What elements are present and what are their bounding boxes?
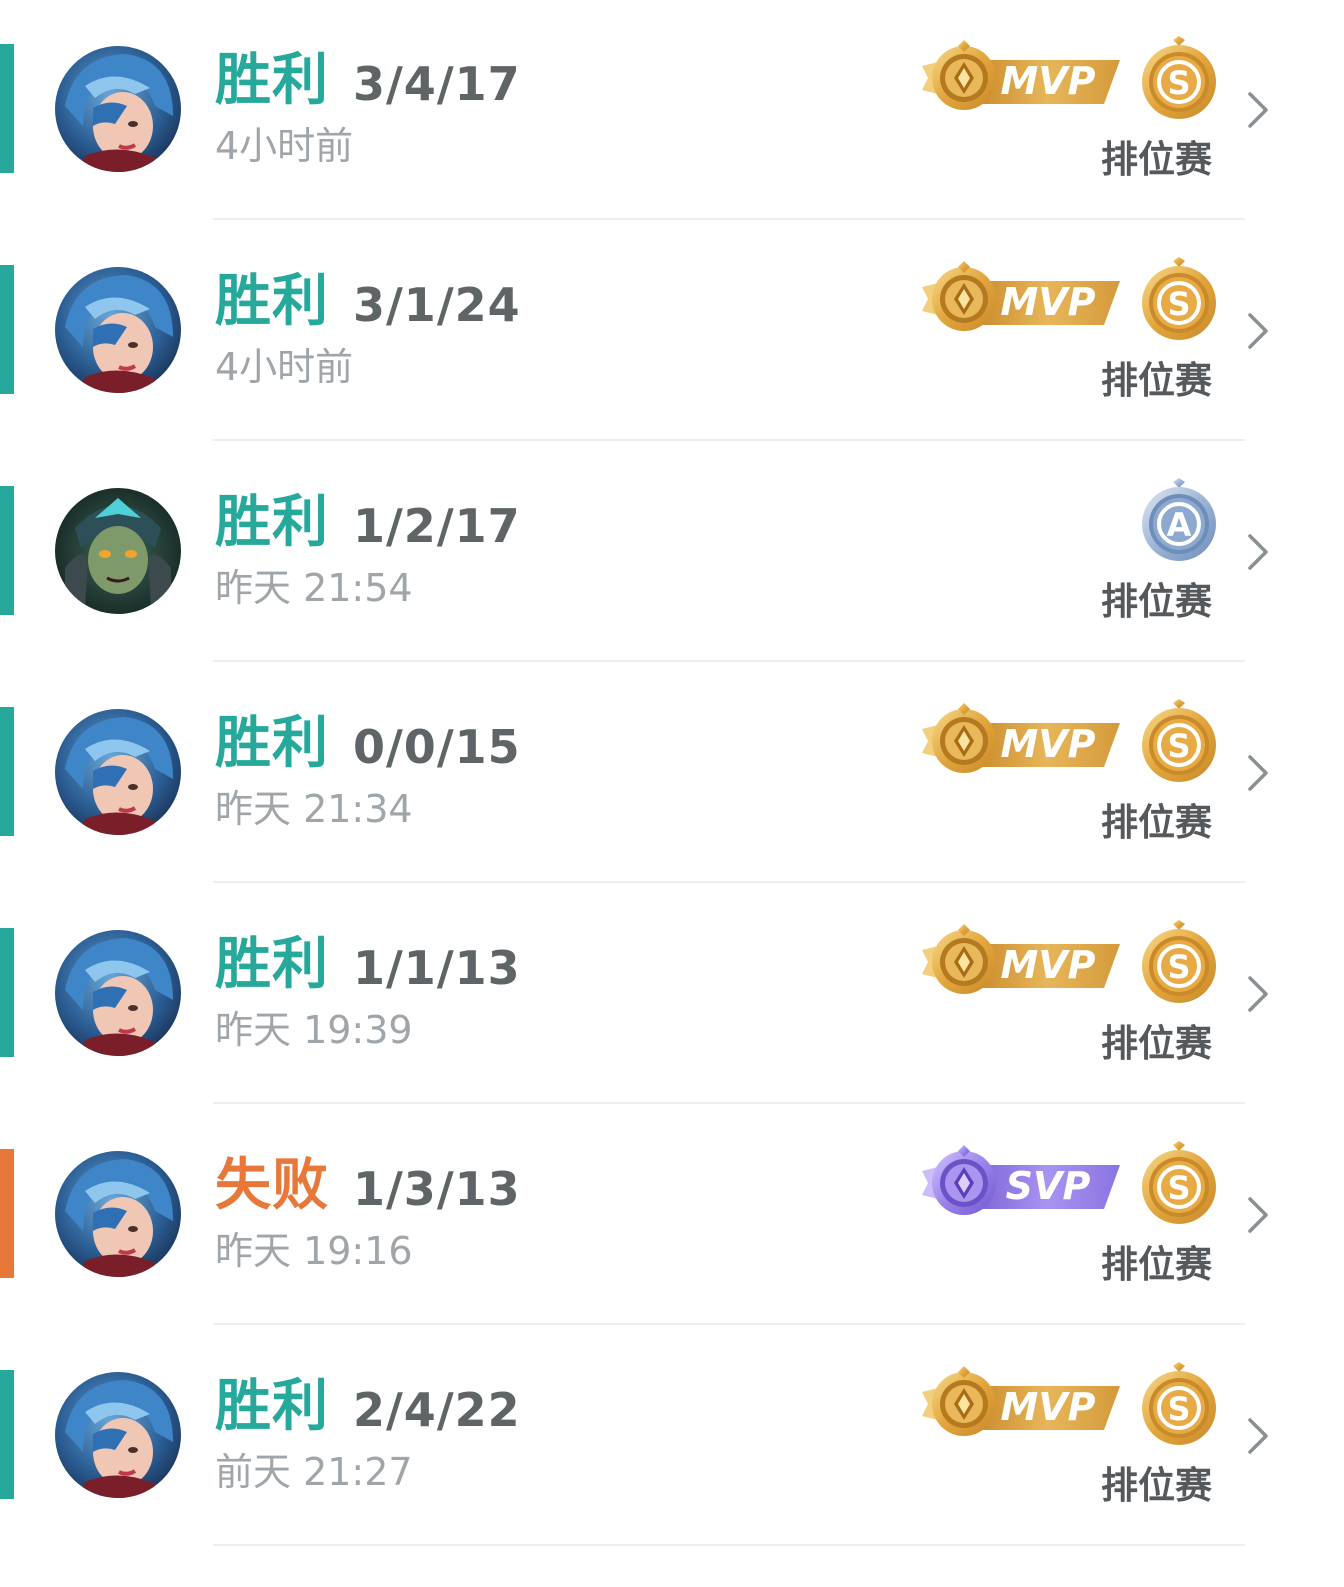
match-result-label: 胜利 [215, 269, 329, 334]
kda-score: 0/0/15 [353, 720, 521, 774]
grade-medal-icon: S [1139, 1141, 1219, 1225]
chevron-right-icon[interactable] [1240, 530, 1274, 574]
grade-medal-icon: A [1139, 478, 1219, 562]
result-indicator-bar [0, 928, 14, 1057]
match-time: 4小时前 [215, 124, 354, 168]
chevron-right-icon[interactable] [1240, 972, 1274, 1016]
match-result-label: 胜利 [215, 490, 329, 555]
match-row[interactable]: 失败 1/3/13 昨天 19:16 SVP S 排位赛 [0, 1105, 1344, 1326]
match-time: 前天 21:27 [215, 1450, 413, 1494]
grade-medal-icon: S [1139, 699, 1219, 783]
row-divider [213, 1323, 1245, 1325]
hero-avatar[interactable] [55, 488, 181, 614]
chevron-right-icon[interactable] [1240, 1414, 1274, 1458]
result-indicator-bar [0, 1149, 14, 1278]
match-mode-label: 排位赛 [1101, 801, 1212, 844]
match-time: 昨天 21:34 [215, 787, 413, 831]
match-row[interactable]: 胜利 3/4/17 4小时前 MVP S 排位赛 [0, 0, 1344, 221]
svg-text:S: S [1167, 64, 1190, 102]
svg-text:MVP: MVP [1000, 943, 1095, 987]
row-divider [213, 439, 1245, 441]
match-result-label: 胜利 [215, 711, 329, 776]
svg-text:S: S [1167, 1390, 1190, 1428]
chevron-right-icon[interactable] [1240, 751, 1274, 795]
chevron-right-icon[interactable] [1240, 88, 1274, 132]
match-mode-label: 排位赛 [1101, 580, 1212, 623]
grade-medal-icon: S [1139, 257, 1219, 341]
kda-score: 1/2/17 [353, 499, 521, 553]
svg-text:S: S [1167, 727, 1190, 765]
chevron-right-icon[interactable] [1240, 309, 1274, 353]
mvp-badge-icon: MVP [918, 703, 1124, 779]
result-indicator-bar [0, 44, 14, 173]
match-row[interactable]: 胜利 1/1/13 昨天 19:39 MVP S 排位赛 [0, 884, 1344, 1105]
grade-medal-icon: S [1139, 920, 1219, 1004]
hero-avatar[interactable] [55, 709, 181, 835]
match-row[interactable]: 胜利 1/2/17 昨天 21:54 A 排位赛 [0, 442, 1344, 663]
result-indicator-bar [0, 707, 14, 836]
match-row[interactable]: 胜利 0/0/15 昨天 21:34 MVP S 排位赛 [0, 663, 1344, 884]
row-divider [213, 1102, 1245, 1104]
match-mode-label: 排位赛 [1101, 1022, 1212, 1065]
match-row[interactable]: 胜利 3/1/24 4小时前 MVP S 排位赛 [0, 221, 1344, 442]
svg-text:MVP: MVP [1000, 722, 1095, 766]
svg-text:MVP: MVP [1000, 59, 1095, 103]
match-result-label: 胜利 [215, 1374, 329, 1439]
grade-medal-icon: S [1139, 1362, 1219, 1446]
match-mode-label: 排位赛 [1101, 138, 1212, 181]
svg-text:MVP: MVP [1000, 280, 1095, 324]
match-result-label: 胜利 [215, 932, 329, 997]
mvp-badge-icon: MVP [918, 1366, 1124, 1442]
svp-badge-icon: SVP [918, 1145, 1124, 1221]
hero-avatar[interactable] [55, 1151, 181, 1277]
row-divider [213, 660, 1245, 662]
svg-text:A: A [1167, 506, 1192, 544]
match-row[interactable]: 胜利 2/4/22 前天 21:27 MVP S 排位赛 [0, 1326, 1344, 1547]
chevron-right-icon[interactable] [1240, 1193, 1274, 1237]
mvp-badge-icon: MVP [918, 40, 1124, 116]
kda-score: 3/4/17 [353, 57, 521, 111]
grade-medal-icon: S [1139, 36, 1219, 120]
match-result-label: 失败 [215, 1153, 329, 1218]
match-time: 昨天 21:54 [215, 566, 413, 610]
row-divider [213, 881, 1245, 883]
mvp-badge-icon: MVP [918, 924, 1124, 1000]
hero-avatar[interactable] [55, 930, 181, 1056]
hero-avatar[interactable] [55, 46, 181, 172]
hero-avatar[interactable] [55, 267, 181, 393]
match-mode-label: 排位赛 [1101, 359, 1212, 402]
hero-avatar[interactable] [55, 1372, 181, 1498]
match-mode-label: 排位赛 [1101, 1464, 1212, 1507]
result-indicator-bar [0, 265, 14, 394]
svg-text:S: S [1167, 948, 1190, 986]
kda-score: 3/1/24 [353, 278, 521, 332]
row-divider [213, 1544, 1245, 1546]
kda-score: 2/4/22 [353, 1383, 521, 1437]
match-time: 昨天 19:39 [215, 1008, 413, 1052]
row-divider [213, 218, 1245, 220]
mvp-badge-icon: MVP [918, 261, 1124, 337]
kda-score: 1/1/13 [353, 941, 521, 995]
result-indicator-bar [0, 486, 14, 615]
svg-text:SVP: SVP [1006, 1164, 1091, 1208]
result-indicator-bar [0, 1370, 14, 1499]
match-mode-label: 排位赛 [1101, 1243, 1212, 1286]
kda-score: 1/3/13 [353, 1162, 521, 1216]
svg-text:MVP: MVP [1000, 1385, 1095, 1429]
svg-text:S: S [1167, 285, 1190, 323]
match-time: 昨天 19:16 [215, 1229, 413, 1273]
svg-text:S: S [1167, 1169, 1190, 1207]
match-result-label: 胜利 [215, 48, 329, 113]
match-time: 4小时前 [215, 345, 354, 389]
